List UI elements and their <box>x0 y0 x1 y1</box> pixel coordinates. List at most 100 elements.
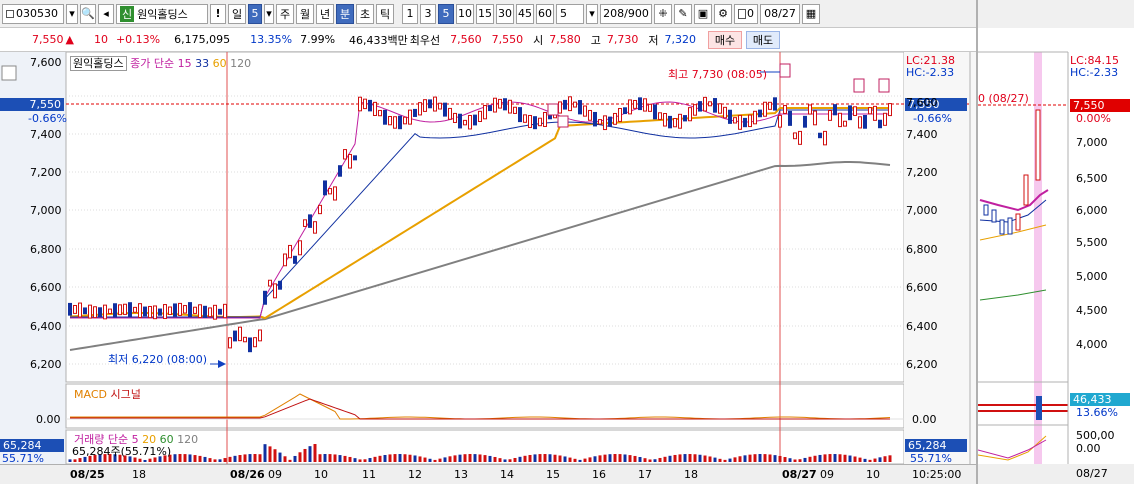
count-dropdown-icon[interactable]: ▾ <box>586 3 598 24</box>
period-button[interactable]: 일 <box>228 3 246 24</box>
volume-bar <box>303 448 307 462</box>
code-dropdown-icon[interactable]: ▾ <box>66 3 78 24</box>
time-label: 10:25:00 <box>912 468 962 481</box>
volume-bar <box>363 459 367 462</box>
low: 7,320 <box>664 33 697 46</box>
low-annotation: 최저 6,220 (08:00) <box>108 353 208 366</box>
volume-bar <box>708 456 712 462</box>
search-icon[interactable]: 🔍 <box>80 3 96 24</box>
open: 7,580 <box>549 33 581 46</box>
x-label: 16 <box>592 468 606 481</box>
volume-bar <box>463 454 467 462</box>
candle <box>643 98 647 112</box>
volume-bar <box>768 454 772 462</box>
candle <box>248 337 252 353</box>
min-15[interactable]: 15 <box>476 3 494 24</box>
change: 10 <box>93 33 108 46</box>
min-5[interactable]: 5 <box>438 3 454 24</box>
price: 7,550 <box>32 33 64 46</box>
daily-chart[interactable]: LC:84.15 HC:-2.33 0 (08/27) 7,550 0.00% … <box>976 0 1134 484</box>
candle <box>698 101 702 112</box>
daily-y-tick: 5,500 <box>1076 236 1108 249</box>
period-num[interactable]: 5 <box>248 3 262 24</box>
tab-second[interactable]: 초 <box>356 3 374 24</box>
volume-bar <box>673 454 677 462</box>
y-tick-left: 6,200 <box>30 358 62 371</box>
buy-button[interactable]: 매수 <box>708 30 743 49</box>
min-3[interactable]: 3 <box>420 3 436 24</box>
candle <box>593 111 597 127</box>
candle <box>178 302 182 316</box>
volume-bar <box>293 455 297 462</box>
volume-bar <box>273 449 277 462</box>
volume-bar <box>883 456 887 462</box>
candle <box>523 114 527 123</box>
candle <box>408 109 412 125</box>
y-tick-left: 7,600 <box>30 56 62 69</box>
volume-bar <box>378 455 382 462</box>
candle <box>658 112 662 120</box>
min-1[interactable]: 1 <box>402 3 418 24</box>
candle <box>403 116 407 125</box>
up-icon: ▲ <box>65 33 74 46</box>
stock-name-field[interactable]: 신 원익홀딩스 <box>116 3 208 24</box>
volume-icon[interactable]: ◂ <box>98 3 114 24</box>
volume-bar <box>693 454 697 462</box>
edit-icon[interactable]: ✎ <box>674 3 692 24</box>
volume-bar <box>483 455 487 462</box>
candle <box>398 115 402 130</box>
candle <box>433 96 437 112</box>
volume-bar <box>703 455 707 462</box>
code-input[interactable]: 030530 <box>2 3 64 24</box>
tab-minute[interactable]: 분 <box>336 3 354 24</box>
sell-button[interactable]: 매도 <box>746 30 781 49</box>
price-tag-left: 7,550 <box>0 98 64 111</box>
candle <box>218 308 222 315</box>
min-30[interactable]: 30 <box>496 3 514 24</box>
x-label: 09 <box>820 468 834 481</box>
candle <box>538 117 542 127</box>
volume-bar <box>323 454 327 462</box>
main-chart[interactable]: 원익홀딩스 종가 단순 15 33 60 120 최고 7,730 (08:05… <box>0 52 976 465</box>
period-dropdown-icon[interactable]: ▾ <box>264 3 274 24</box>
candle <box>883 112 887 126</box>
daily-hc: HC:-2.33 <box>1070 66 1119 79</box>
candle <box>278 280 282 290</box>
volume-bar <box>608 454 612 462</box>
volume-bar <box>398 454 402 462</box>
y-tick: 6,600 <box>906 281 938 294</box>
candle <box>683 115 687 122</box>
tab-tick[interactable]: 틱 <box>376 3 394 24</box>
pct2: 7.99% <box>300 33 336 46</box>
candle <box>558 101 562 114</box>
tab-year[interactable]: 년 <box>316 3 334 24</box>
tool-icon[interactable]: ⁜ <box>654 3 672 24</box>
tab-week[interactable]: 주 <box>276 3 294 24</box>
min-45[interactable]: 45 <box>516 3 534 24</box>
x-label: 18 <box>132 468 146 481</box>
save-icon[interactable]: ▣ <box>694 3 712 24</box>
candle <box>233 330 237 342</box>
count-input[interactable]: 5 <box>556 3 584 24</box>
volume-bar <box>683 454 687 462</box>
candle <box>128 302 132 317</box>
volume-bar <box>538 454 542 462</box>
new-badge: 신 <box>120 5 135 22</box>
x-label: 11 <box>362 468 376 481</box>
candle <box>143 306 147 317</box>
min-10[interactable]: 10 <box>456 3 474 24</box>
volume-bar <box>148 458 152 462</box>
alert-button[interactable]: ! <box>210 3 226 24</box>
volume: 6,175,095 <box>174 33 231 46</box>
open-label: 시 <box>533 33 544 47</box>
calendar-icon[interactable]: ▦ <box>802 3 820 24</box>
candle <box>803 115 807 128</box>
min-60[interactable]: 60 <box>536 3 554 24</box>
tab-month[interactable]: 월 <box>296 3 314 24</box>
candle <box>788 110 792 126</box>
date-input[interactable]: 08/27 <box>760 3 800 24</box>
gear-icon[interactable]: ⚙ <box>714 3 732 24</box>
volume-bar <box>668 455 672 462</box>
sync-checkbox[interactable]: 0 <box>734 3 758 24</box>
candle <box>73 305 77 314</box>
